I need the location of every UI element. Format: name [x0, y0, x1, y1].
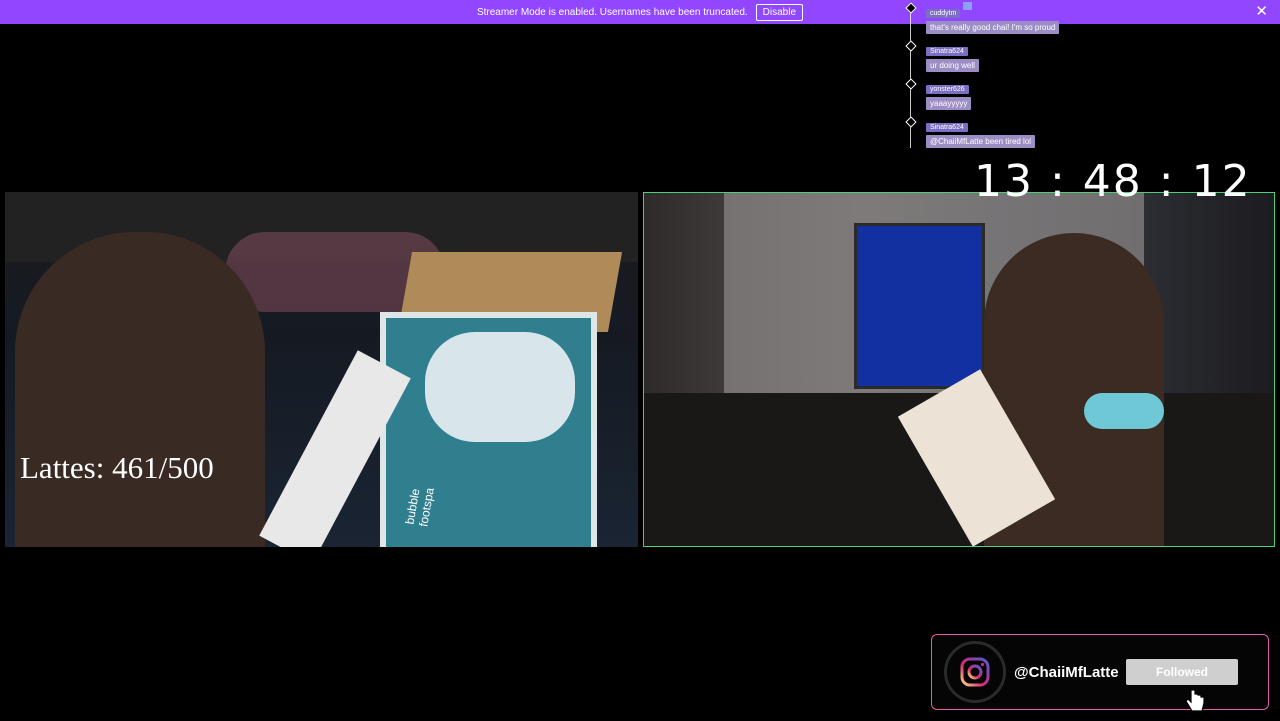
- close-icon[interactable]: ✕: [1255, 3, 1268, 21]
- chat-username: Sinatra624: [926, 123, 968, 132]
- chat-username: yonster626: [926, 85, 969, 94]
- follow-button[interactable]: Followed: [1126, 659, 1238, 685]
- left-webcam: bubble footspa: [5, 192, 638, 547]
- chat-text: yaaayyyyy: [926, 97, 972, 110]
- chat-username: cuddytm: [926, 9, 961, 18]
- chat-message: cuddytm that's really good chai! I'm so …: [904, 2, 1144, 34]
- chat-overlay: cuddytm that's really good chai! I'm so …: [904, 2, 1144, 154]
- chat-text: ur doing well: [926, 59, 979, 72]
- disable-button[interactable]: Disable: [755, 3, 804, 21]
- lattes-goal: Lattes: 461/500: [20, 450, 214, 485]
- banner-message: Streamer Mode is enabled. Usernames have…: [476, 6, 748, 18]
- stream-timer: 13 : 48 : 12: [974, 156, 1252, 207]
- chat-message: yonster626 yaaayyyyy: [904, 78, 1144, 110]
- instagram-widget: @ChaiiMfLatte Followed: [931, 634, 1269, 710]
- diamond-icon: [905, 2, 917, 14]
- instagram-handle: @ChaiiMfLatte: [1014, 663, 1119, 681]
- chat-text: that's really good chai! I'm so proud: [926, 21, 1060, 34]
- diamond-icon: [905, 78, 917, 90]
- footspa-image: [425, 332, 575, 442]
- right-webcam: [643, 192, 1275, 547]
- diamond-icon: [905, 116, 917, 128]
- led-board: [854, 223, 985, 389]
- chat-message: Sinatra624 @ChaiiMfLatte been tired lol: [904, 116, 1144, 148]
- chat-username: Sinatra624: [926, 47, 968, 56]
- diamond-icon: [905, 40, 917, 52]
- microphone: [1084, 393, 1164, 429]
- hand-cursor-icon: [1184, 688, 1206, 721]
- instagram-icon: [944, 641, 1006, 703]
- badge-icon: [963, 2, 973, 10]
- person-left: [15, 232, 265, 547]
- chat-message: Sinatra624 ur doing well: [904, 40, 1144, 72]
- chat-text: @ChaiiMfLatte been tired lol: [926, 135, 1036, 148]
